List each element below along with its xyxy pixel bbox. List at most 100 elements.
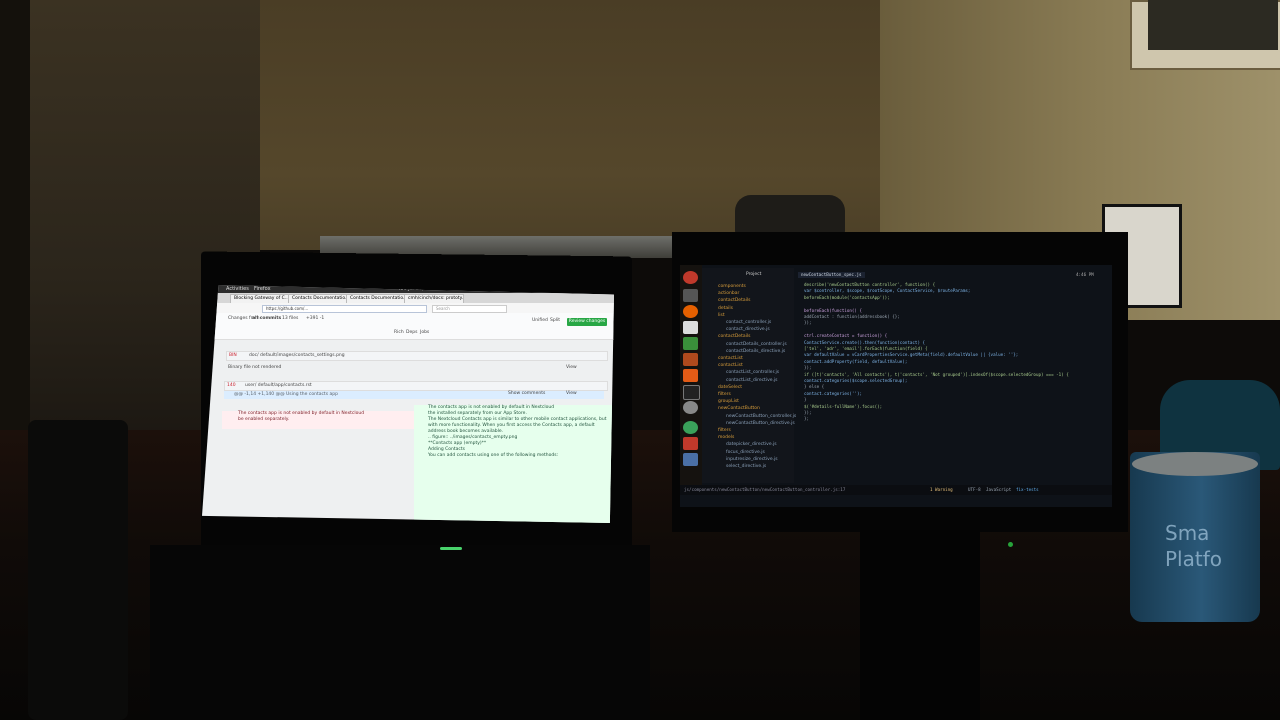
- tree-folder[interactable]: filters: [718, 392, 731, 398]
- diffstat: +391 -1: [306, 316, 325, 321]
- system-clock: 4:46 PM: [1076, 272, 1094, 277]
- settings-icon[interactable]: [683, 401, 698, 414]
- tree-file[interactable]: contactDetails_controller.js: [726, 342, 787, 348]
- hunk-text: @@ -1,14 +1,140 @@ Using the contacts ap…: [234, 392, 338, 397]
- rich-tab[interactable]: Rich: [394, 330, 404, 336]
- tree-folder[interactable]: models: [718, 435, 734, 441]
- app-menu[interactable]: Firefox: [254, 285, 271, 293]
- file-path[interactable]: user/ default/app/contacts.rst: [245, 383, 312, 389]
- code-line: $('#details-fullName').focus();: [804, 403, 883, 409]
- file-stat: 140: [227, 383, 236, 388]
- code-line: describe('newContactButton controller', …: [804, 282, 936, 287]
- review-changes-button[interactable]: Review changes: [567, 318, 607, 326]
- files-dropdown[interactable]: 13 files: [282, 316, 298, 322]
- ubuntu-logo-icon[interactable]: [683, 271, 698, 284]
- editor-icon[interactable]: [683, 453, 698, 466]
- tree-file[interactable]: newContactButton_directive.js: [726, 421, 795, 427]
- laptop-status-led: [440, 547, 462, 550]
- code-line: contact.addProperty(field, defaultValue)…: [804, 358, 908, 364]
- code-line: ContactService.create().then(function(co…: [804, 339, 926, 345]
- tree-folder[interactable]: dateSelect: [718, 385, 742, 391]
- editor-tab[interactable]: newContactButton_spec.js: [798, 272, 865, 278]
- laptop-screen: Activities Firefox Tue Jul 26, 10:49:20 …: [202, 285, 614, 523]
- tree-folder[interactable]: list: [718, 313, 725, 319]
- deps-tab[interactable]: Deps: [406, 330, 417, 336]
- code-line: ['tel', 'adr', 'email'].forEach(function…: [804, 346, 928, 351]
- file-header: 140 user/ default/app/contacts.rst: [224, 381, 608, 391]
- file-path[interactable]: doc/ default/images/contacts_settings.pn…: [249, 353, 345, 359]
- mug-print: Sma Platfo: [1165, 521, 1222, 571]
- tree-folder[interactable]: contactList: [718, 363, 743, 369]
- tree-file[interactable]: inputresize_directive.js: [726, 457, 778, 463]
- code-line: });: [804, 410, 812, 415]
- laptop-keyboard: [150, 545, 650, 720]
- browser-tab[interactable]: Blocking Gateway of C...: [230, 294, 290, 303]
- tree-folder[interactable]: newContactButton: [718, 406, 760, 412]
- monitor-power-led: [1008, 542, 1013, 547]
- browser-tab[interactable]: Contacts Documentatio...: [346, 294, 406, 303]
- code-line: };: [804, 416, 810, 422]
- tree-folder[interactable]: details: [718, 306, 733, 312]
- firefox-icon[interactable]: [683, 305, 698, 318]
- code-line: contact.categories($scope.selectedGroup)…: [804, 378, 908, 383]
- status-branch[interactable]: fix-tests: [1016, 487, 1039, 493]
- tree-file[interactable]: contact_directive.js: [726, 327, 770, 333]
- file-stat: BIN: [229, 353, 237, 358]
- split-toggle[interactable]: Split: [550, 318, 560, 324]
- app-icon[interactable]: [683, 437, 698, 450]
- hunk-header: @@ -1,14 +1,140 @@ Using the contacts ap…: [224, 391, 604, 399]
- browser-tab[interactable]: cmh/cinch/docs: prototy...: [404, 294, 464, 303]
- code-editor[interactable]: newContactButton_spec.js 4:46 PM describ…: [796, 268, 1112, 483]
- view-file-button[interactable]: View: [566, 391, 577, 397]
- tree-folder[interactable]: actionbar: [718, 291, 739, 297]
- jobs-tab[interactable]: Jobs: [420, 330, 429, 336]
- code-line: beforeEach(function() {: [804, 307, 862, 313]
- tree-file[interactable]: datepicker_directive.js: [726, 442, 777, 448]
- tree-file[interactable]: select_directive.js: [726, 464, 766, 470]
- code-line: });: [804, 365, 812, 371]
- diff-line: be enabled separately.: [238, 417, 290, 422]
- diff-line: You can add contacts using one of the fo…: [428, 453, 559, 458]
- amazon-icon[interactable]: [683, 385, 700, 400]
- tree-folder[interactable]: groupList: [718, 399, 739, 405]
- tree-folder[interactable]: filters: [718, 428, 731, 434]
- tree-file[interactable]: contactList_controller.js: [726, 370, 779, 376]
- status-warning[interactable]: 1 Warning: [930, 487, 953, 493]
- impress-icon[interactable]: [683, 353, 698, 366]
- view-file-button[interactable]: View: [566, 365, 577, 371]
- files-icon[interactable]: [683, 289, 698, 302]
- code-line: contact.categories('');: [804, 390, 862, 396]
- search-input[interactable]: Search: [432, 305, 507, 313]
- tree-folder[interactable]: components: [718, 284, 746, 290]
- software-center-icon[interactable]: [683, 369, 698, 382]
- show-comments-checkbox[interactable]: Show comments: [508, 391, 545, 397]
- tree-folder[interactable]: contactList: [718, 356, 743, 362]
- added-lines: The contacts app is not enabled by defau…: [414, 405, 614, 523]
- tree-file[interactable]: newContactButton_controller.js: [726, 414, 796, 420]
- code-line: } else {: [804, 384, 825, 390]
- writer-icon[interactable]: [683, 321, 698, 334]
- browser-tab[interactable]: Contacts Documentatio...: [288, 294, 348, 303]
- commits-dropdown[interactable]: all commits: [252, 316, 281, 322]
- activities-button[interactable]: Activities: [226, 285, 249, 293]
- code-line: beforeEach(module('contactsApp'));: [804, 294, 890, 300]
- calc-icon[interactable]: [683, 337, 698, 350]
- pr-toolbar: Changes from all commits 13 files +391 -…: [202, 313, 614, 340]
- pc-tower: [28, 420, 128, 720]
- url-bar[interactable]: https://github.com/...: [262, 305, 427, 313]
- tree-file[interactable]: focus_directive.js: [726, 450, 765, 456]
- wall-picture-image: [1148, 0, 1278, 50]
- project-tree: Project components actionbar contactDetail…: [702, 268, 796, 483]
- browser-tabs: Blocking Gateway of C... Contacts Docume…: [202, 293, 614, 303]
- tree-file[interactable]: contactDetails_directive.js: [726, 349, 785, 355]
- status-encoding[interactable]: UTF-8: [968, 487, 981, 493]
- tree-folder[interactable]: contactDetails: [718, 334, 750, 340]
- unified-toggle[interactable]: Unified: [532, 318, 548, 324]
- tree-file[interactable]: contact_controller.js: [726, 320, 771, 326]
- code-line: });: [804, 320, 812, 326]
- tree-file[interactable]: contactList_directive.js: [726, 378, 778, 384]
- tree-folder[interactable]: contactDetails: [718, 298, 750, 304]
- chat-icon[interactable]: [683, 421, 698, 434]
- status-grammar[interactable]: JavaScript: [986, 487, 1011, 493]
- code-line: addContact : function(addressbook) {};: [804, 314, 900, 319]
